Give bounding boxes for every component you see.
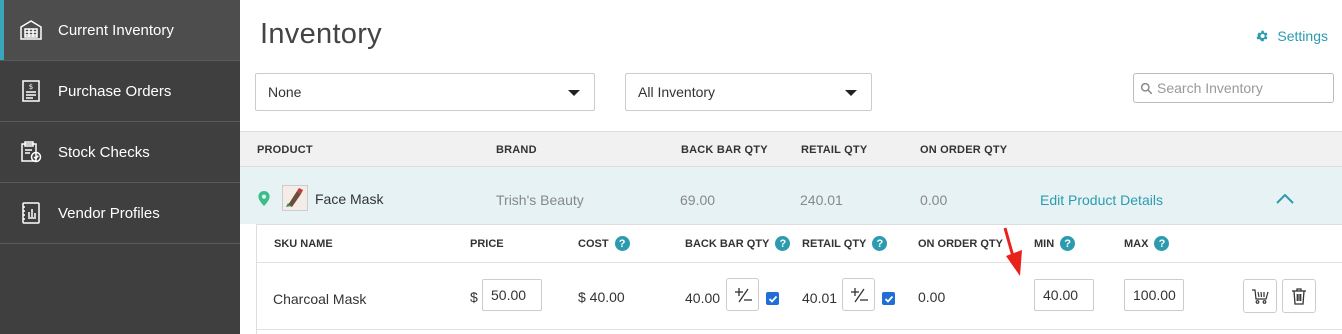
clipboard-check-icon (18, 139, 44, 165)
annotation-arrow-icon (1003, 227, 1022, 276)
delete-button[interactable] (1282, 279, 1316, 313)
product-retail-qty: 240.01 (800, 192, 843, 208)
plus-minus-icon (850, 287, 868, 302)
search-box[interactable] (1133, 73, 1334, 103)
sku-header-label: ON ORDER QTY (918, 238, 1003, 250)
sku-name: Charcoal Mask (273, 291, 367, 307)
price-value: 50.00 (491, 287, 527, 303)
sku-retail-qty: 40.01 (802, 290, 838, 306)
inventory-select-value: All Inventory (638, 84, 716, 100)
product-table-header: PRODUCT BRAND BACK BAR QTY RETAIL QTY ON… (240, 131, 1342, 167)
search-input[interactable] (1157, 80, 1327, 96)
price-currency: $ (470, 289, 478, 305)
product-row[interactable]: Face Mask Trish's Beauty 69.00 240.01 0.… (240, 167, 1342, 224)
page-title: Inventory (260, 18, 382, 50)
product-name: Face Mask (315, 191, 384, 207)
help-icon[interactable]: ? (872, 236, 888, 251)
sku-cost: $ 40.00 (578, 289, 625, 305)
sidebar-item-label: Purchase Orders (58, 82, 172, 100)
help-icon[interactable]: ? (614, 236, 630, 251)
sidebar-item-label: Stock Checks (58, 143, 150, 161)
location-pin-icon (258, 191, 270, 206)
help-icon[interactable]: ? (1060, 236, 1076, 251)
sku-header-label: COST (578, 237, 609, 250)
sku-header-label: PRICE (470, 238, 504, 250)
product-brand: Trish's Beauty (496, 192, 584, 208)
column-header-back-bar-qty: BACK BAR QTY (681, 144, 768, 156)
min-value: 40.00 (1043, 287, 1079, 303)
max-input[interactable]: 100.00 (1124, 279, 1184, 311)
column-header-brand: BRAND (496, 144, 537, 156)
reorder-cart-button[interactable] (1243, 279, 1277, 313)
sku-back-bar-qty: 40.00 (685, 290, 721, 306)
sidebar-item-label: Vendor Profiles (58, 204, 160, 222)
sku-header-sku-name: SKU NAME (274, 238, 333, 250)
sku-panel: SKU NAME PRICE COST? BACK BAR QTY? RETAI… (256, 224, 1342, 334)
checkmark-icon (768, 295, 777, 303)
sku-header-label: SKU NAME (274, 238, 333, 250)
gear-icon (1256, 30, 1268, 42)
trash-icon (1292, 288, 1306, 305)
checkmark-icon (884, 295, 893, 303)
column-header-product: PRODUCT (257, 144, 313, 156)
sku-header-max: MAX? (1124, 236, 1170, 251)
svg-text:$: $ (29, 83, 33, 91)
sku-header-price: PRICE (470, 238, 504, 250)
edit-product-details-link[interactable]: Edit Product Details (1040, 192, 1163, 208)
product-thumbnail (282, 185, 308, 211)
retail-qty-checkbox[interactable] (882, 292, 895, 305)
brand-select-value: None (268, 84, 302, 100)
sku-on-order-qty: 0.00 (918, 289, 946, 305)
vendor-icon (18, 200, 44, 226)
sku-table-header: SKU NAME PRICE COST? BACK BAR QTY? RETAI… (257, 225, 1342, 263)
search-icon (1140, 82, 1153, 94)
receipt-icon: $ (18, 78, 44, 104)
min-input[interactable]: 40.00 (1034, 279, 1094, 311)
warehouse-icon (18, 17, 44, 43)
caret-down-icon (568, 90, 580, 96)
price-input[interactable]: 50.00 (482, 279, 542, 311)
inventory-select[interactable]: All Inventory (625, 73, 872, 111)
sku-header-label: MIN (1034, 237, 1055, 250)
max-value: 100.00 (1133, 287, 1176, 303)
column-header-on-order-qty: ON ORDER QTY (920, 144, 1008, 156)
settings-link[interactable]: Settings (1255, 28, 1328, 44)
adjust-retail-qty-button[interactable] (842, 278, 875, 311)
product-on-order-qty: 0.00 (920, 192, 948, 208)
settings-label: Settings (1277, 28, 1328, 44)
chevron-up-icon[interactable] (1276, 194, 1294, 204)
brand-select[interactable]: None (255, 73, 595, 111)
cart-icon (1252, 289, 1269, 304)
sku-header-back-bar-qty: BACK BAR QTY? (685, 236, 791, 251)
sidebar-item-purchase-orders[interactable]: $ Purchase Orders (0, 61, 240, 122)
sku-header-label: RETAIL QTY (802, 237, 867, 250)
sku-header-on-order-qty: ON ORDER QTY (918, 238, 1003, 250)
help-icon[interactable]: ? (775, 236, 791, 251)
sidebar-item-vendor-profiles[interactable]: Vendor Profiles (0, 183, 240, 244)
column-header-retail-qty: RETAIL QTY (801, 144, 868, 156)
sidebar: Current Inventory $ Purchase Orders Stoc… (0, 0, 240, 334)
sku-header-label: MAX (1124, 237, 1149, 250)
back-bar-qty-checkbox[interactable] (766, 292, 779, 305)
caret-down-icon (845, 90, 857, 96)
sku-header-label: BACK BAR QTY (685, 237, 770, 250)
sku-header-cost: COST? (578, 236, 630, 251)
sidebar-item-current-inventory[interactable]: Current Inventory (0, 0, 240, 61)
sku-header-min: MIN? (1034, 236, 1076, 251)
sku-row: Charcoal Mask $ 50.00 $ 40.00 40.00 40.0… (257, 263, 1342, 330)
sidebar-item-stock-checks[interactable]: Stock Checks (0, 122, 240, 183)
main-content: Inventory Settings None All Inventory PR… (240, 0, 1342, 334)
adjust-back-bar-qty-button[interactable] (726, 278, 759, 311)
product-back-bar-qty: 69.00 (680, 192, 716, 208)
help-icon[interactable]: ? (1154, 236, 1170, 251)
sidebar-item-label: Current Inventory (58, 21, 174, 39)
sku-header-retail-qty: RETAIL QTY? (802, 236, 888, 251)
plus-minus-icon (734, 287, 752, 302)
